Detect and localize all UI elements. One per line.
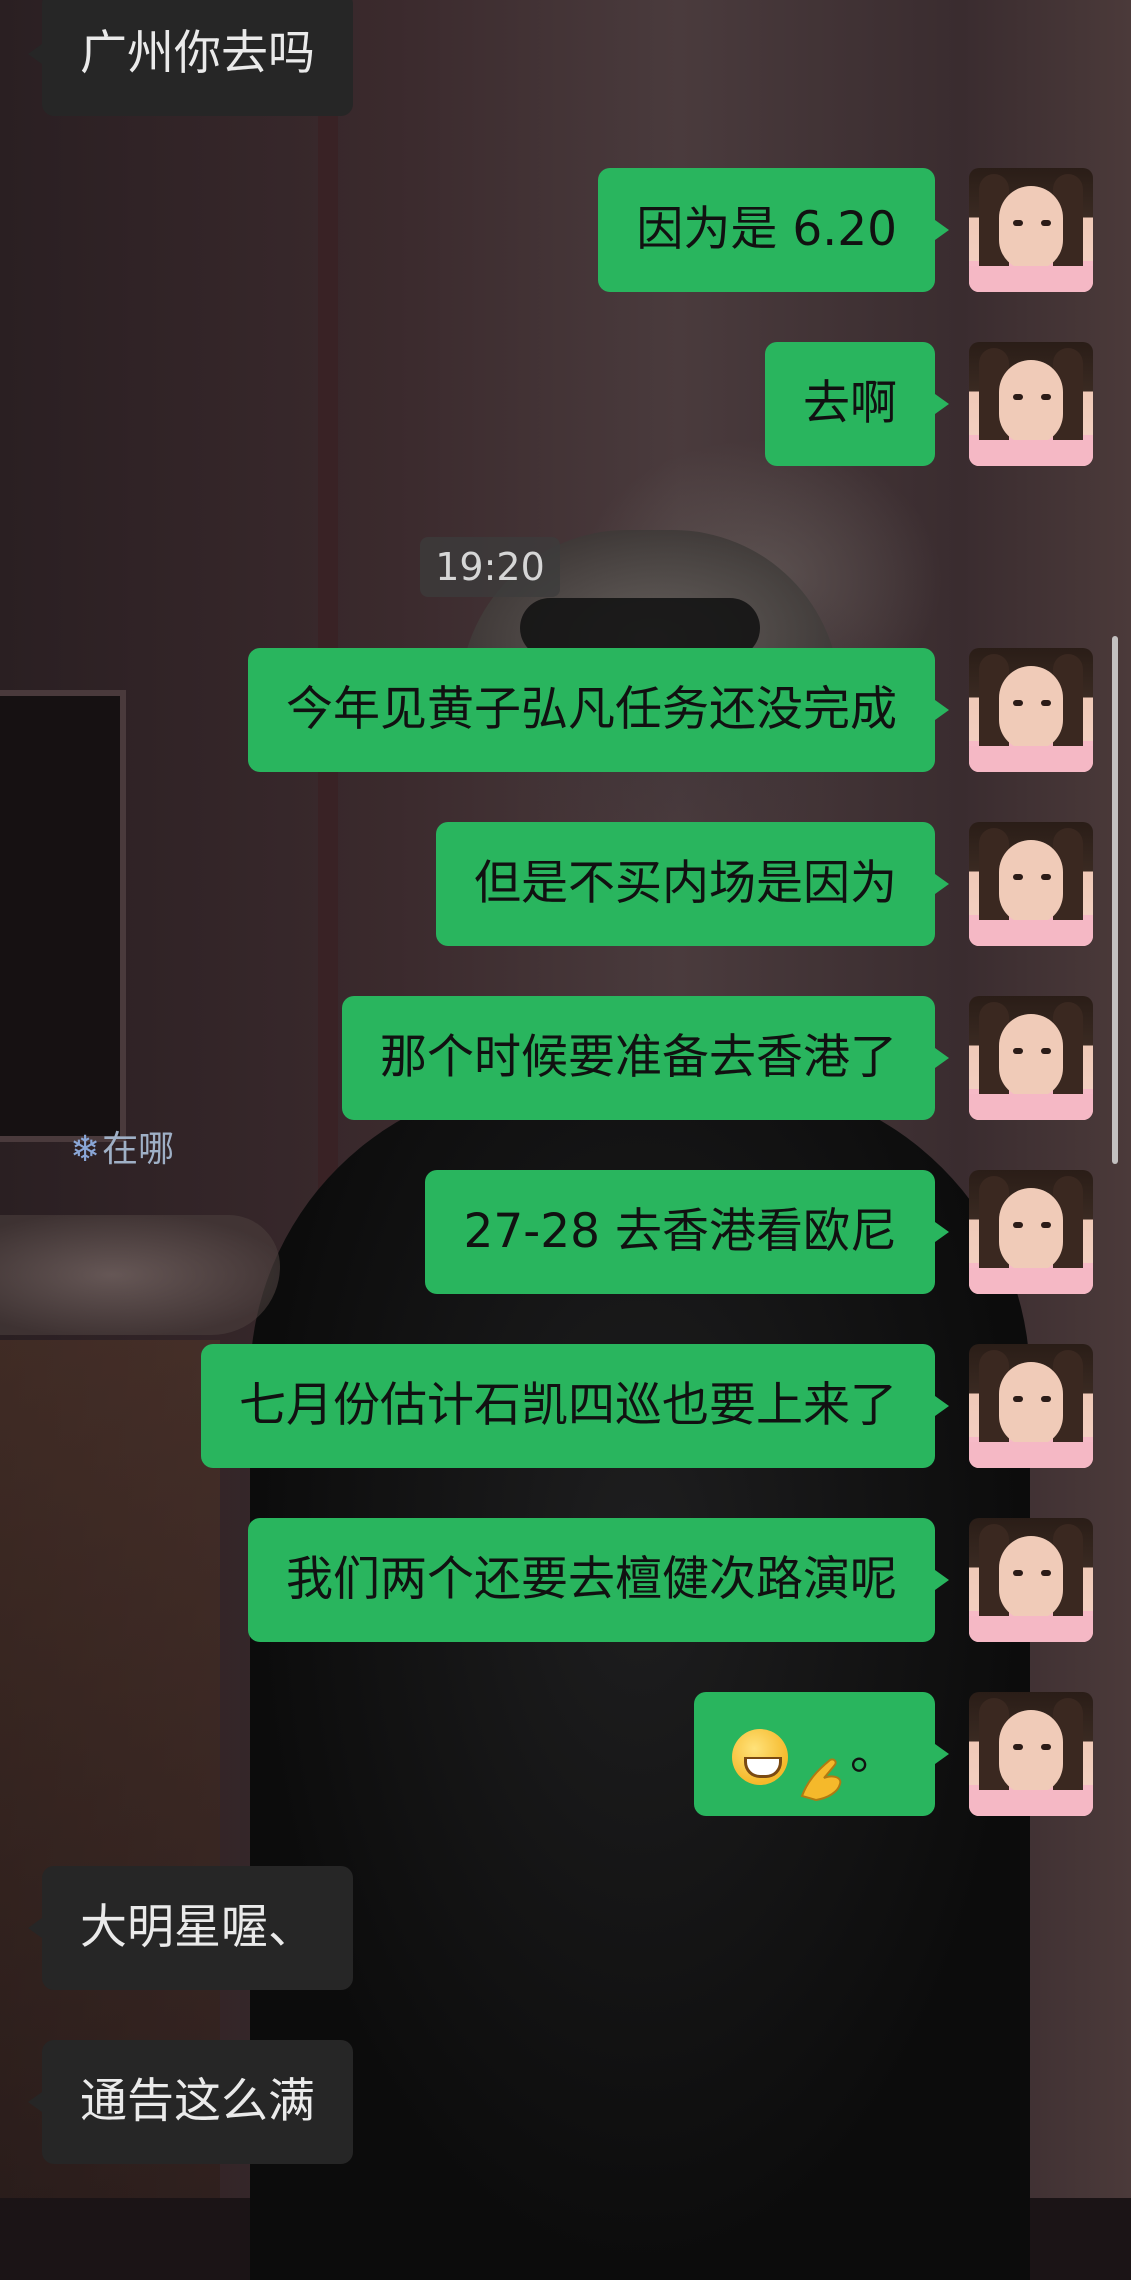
location-pin-label[interactable]: ❄在哪 (70, 1120, 174, 1172)
message-text: 大明星喔、 (80, 1900, 315, 1955)
message-row: 那个时候要准备去香港了 (0, 996, 1131, 1120)
user-avatar[interactable] (969, 342, 1093, 466)
message-text: 通告这么满 (80, 2074, 315, 2129)
message-bubble-sent[interactable]: 去啊 (765, 342, 949, 466)
message-text: 去啊 (803, 376, 897, 431)
ok-hand-emoji-icon (794, 1729, 850, 1801)
message-row: 。 (0, 1692, 1131, 1816)
message-text: 我们两个还要去檀健次路演呢 (286, 1552, 897, 1607)
message-bubble-received[interactable]: 通告这么满 (28, 2040, 353, 2164)
message-timestamp: 19:20 (420, 537, 560, 597)
message-row: 但是不买内场是因为 (0, 822, 1131, 946)
message-bubble-sent[interactable]: 七月份估计石凯四巡也要上来了 (201, 1344, 949, 1468)
user-avatar[interactable] (969, 1344, 1093, 1468)
message-text: 27-28 去香港看欧尼 (463, 1204, 897, 1259)
user-avatar[interactable] (969, 168, 1093, 292)
message-row: 今年见黄子弘凡任务还没完成 (0, 648, 1131, 772)
user-avatar[interactable] (969, 1170, 1093, 1294)
message-text: 但是不买内场是因为 (474, 856, 897, 911)
snowflake-icon: ❄ (70, 1129, 101, 1170)
message-text: 今年见黄子弘凡任务还没完成 (286, 682, 897, 737)
message-bubble-sent[interactable]: 今年见黄子弘凡任务还没完成 (248, 648, 949, 772)
message-row: 我们两个还要去檀健次路演呢 (0, 1518, 1131, 1642)
message-bubble-sent[interactable]: 那个时候要准备去香港了 (342, 996, 949, 1120)
chat-scrollbar[interactable] (1112, 636, 1118, 1164)
message-text: 。 (850, 1726, 897, 1781)
message-bubble-received[interactable]: 大明星喔、 (28, 1866, 353, 1990)
user-avatar[interactable] (969, 996, 1093, 1120)
message-bubble-sent[interactable]: 因为是 6.20 (598, 168, 949, 292)
message-bubble-sent[interactable]: 但是不买内场是因为 (436, 822, 949, 946)
user-avatar[interactable] (969, 648, 1093, 772)
message-row: 广州你去吗 (0, 0, 1131, 116)
grinning-face-emoji-icon (732, 1728, 788, 1785)
message-row: 去啊 (0, 342, 1131, 466)
message-text: 广州你去吗 (80, 26, 315, 81)
message-text: 七月份估计石凯四巡也要上来了 (239, 1378, 897, 1433)
message-row: 大明星喔、 (0, 1866, 1131, 1990)
message-row: 27-28 去香港看欧尼 (0, 1170, 1131, 1294)
message-row: 因为是 6.20 (0, 168, 1131, 292)
message-text: 那个时候要准备去香港了 (380, 1030, 897, 1085)
message-bubble-sent[interactable]: 我们两个还要去檀健次路演呢 (248, 1518, 949, 1642)
message-row: 通告这么满 (0, 2040, 1131, 2164)
message-bubble-sent[interactable]: 27-28 去香港看欧尼 (425, 1170, 949, 1294)
message-bubble-sent[interactable]: 。 (694, 1692, 949, 1816)
message-row: 七月份估计石凯四巡也要上来了 (0, 1344, 1131, 1468)
user-avatar[interactable] (969, 1692, 1093, 1816)
user-avatar[interactable] (969, 1518, 1093, 1642)
message-bubble-received[interactable]: 广州你去吗 (28, 0, 353, 116)
user-avatar[interactable] (969, 822, 1093, 946)
message-text: 因为是 6.20 (636, 202, 897, 257)
location-pin-text: 在哪 (102, 1129, 175, 1170)
